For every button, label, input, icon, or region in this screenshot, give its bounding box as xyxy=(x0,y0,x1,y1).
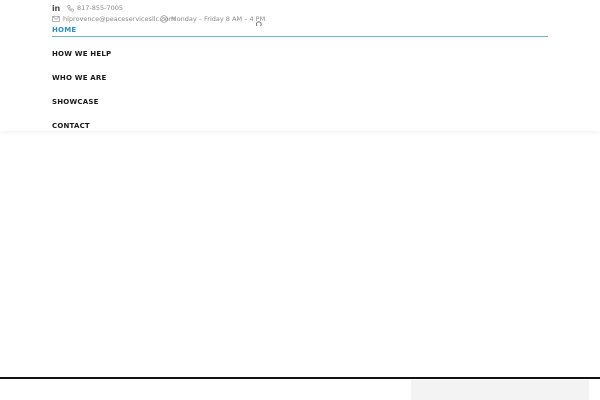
phone-number: 817-855-7005 xyxy=(77,4,124,12)
clock-icon xyxy=(160,15,168,23)
linkedin-icon[interactable]: in xyxy=(52,4,60,13)
nav-item-who-we-are[interactable]: WHO WE ARE xyxy=(52,74,107,82)
phone-info[interactable]: 817-855-7005 xyxy=(67,4,123,12)
email-info[interactable]: hlprovence@peaceservicesllc.com xyxy=(52,15,175,23)
nav-item-how-we-help[interactable]: HOW WE HELP xyxy=(52,50,111,58)
nav-item-home[interactable]: HOME xyxy=(52,26,76,34)
main-navigation: HOME HOW WE HELP WHO WE ARE SHOWCASE CON… xyxy=(0,26,600,131)
email-address: hlprovence@peaceservicesllc.com xyxy=(63,15,176,23)
business-hours: Monday – Friday 8 AM – 4 PM xyxy=(171,15,266,23)
footer-panel xyxy=(411,380,589,400)
phone-icon xyxy=(67,4,74,12)
page: in 817-855-7005 hlprovence@peaceservices… xyxy=(0,0,600,400)
nav-item-contact[interactable]: CONTACT xyxy=(52,122,90,130)
active-nav-underline xyxy=(52,36,548,37)
email-icon xyxy=(52,16,60,22)
top-info-bar: in 817-855-7005 hlprovence@peaceservices… xyxy=(0,0,600,29)
hours-info: Monday – Friday 8 AM – 4 PM xyxy=(160,15,265,23)
nav-item-showcase[interactable]: SHOWCASE xyxy=(52,98,99,106)
